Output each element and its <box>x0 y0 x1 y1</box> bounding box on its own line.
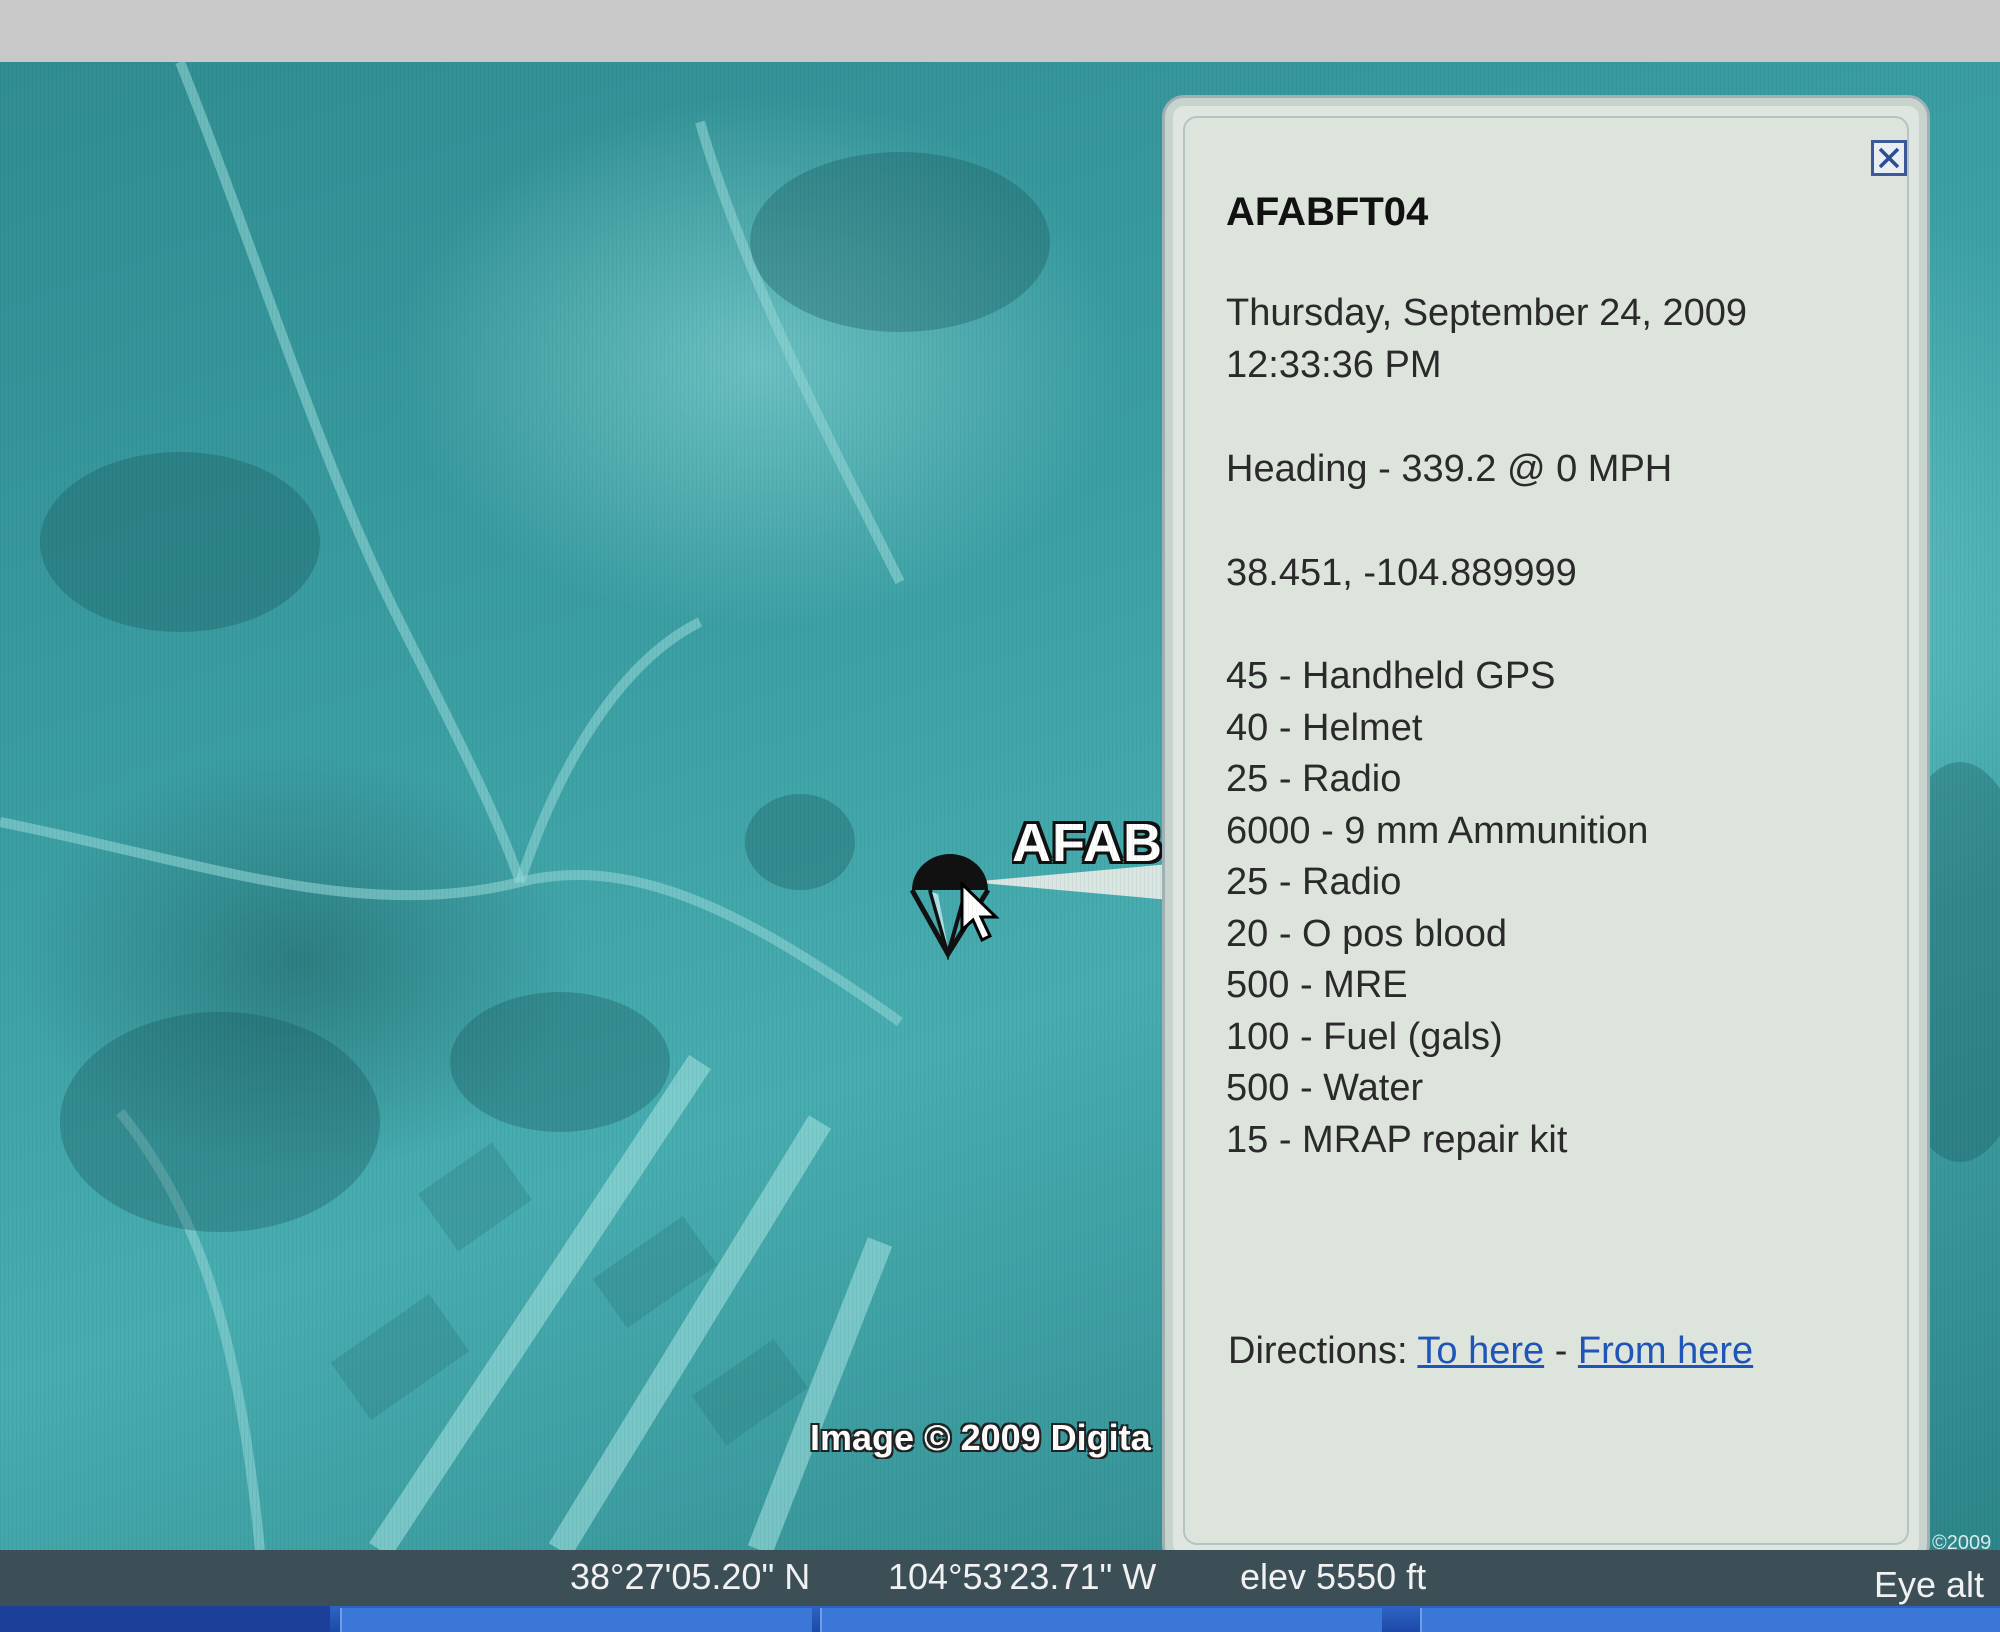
cargo-item: 500 - Water <box>1226 1067 1424 1109</box>
cargo-item: 20 - O pos blood <box>1226 912 1507 955</box>
directions-separator: - <box>1554 1330 1568 1372</box>
close-icon <box>1878 147 1900 169</box>
cargo-item: 25 - Radio <box>1226 861 1402 903</box>
balloon-pointer <box>970 864 1170 900</box>
directions-to-here-link[interactable]: To here <box>1417 1330 1544 1372</box>
status-bar: 38°27'05.20" N 104°53'23.71" W elev 5550… <box>0 1550 2000 1606</box>
taskbar-item[interactable] <box>1420 1608 2000 1632</box>
status-latitude: 38°27'05.20" N <box>570 1556 811 1597</box>
placemark-date: Thursday, September 24, 2009 <box>1226 292 1748 334</box>
placemark-title: AFABFT04 <box>1226 190 1429 234</box>
close-button[interactable] <box>1871 140 1907 176</box>
directions-row: Directions: To here - From here <box>1228 1330 1753 1373</box>
imagery-credit: Image © 2009 Digita <box>810 1417 1151 1458</box>
placemark-time: 12:33:36 PM <box>1226 344 1442 386</box>
cargo-item: 25 - Radio <box>1226 758 1402 800</box>
directions-label: Directions: <box>1228 1330 1408 1372</box>
window-top-bar <box>0 0 2000 62</box>
taskbar-item[interactable] <box>340 1608 812 1632</box>
cargo-item: 15 - MRAP repair kit <box>1226 1118 1568 1161</box>
taskbar <box>0 1606 2000 1632</box>
placemark-heading: Heading - 339.2 @ 0 MPH <box>1226 448 1673 490</box>
mouse-pointer-icon <box>960 882 1000 943</box>
status-elevation: elev 5550 ft <box>1240 1556 1427 1597</box>
status-eye-altitude: Eye alt <box>1874 1564 1985 1605</box>
cargo-list: 45 - Handheld GPS 40 - Helmet 25 - Radio… <box>1226 651 1866 1166</box>
cargo-item: 100 - Fuel (gals) <box>1226 1015 1503 1058</box>
placemark-coordinates: 38.451, -104.889999 <box>1226 552 1577 594</box>
taskbar-item[interactable] <box>820 1608 1382 1632</box>
directions-from-here-link[interactable]: From here <box>1578 1330 1753 1372</box>
status-longitude: 104°53'23.71" W <box>888 1556 1157 1597</box>
imagery-credit-right: ©2009 <box>1932 1532 1992 1550</box>
start-button[interactable] <box>0 1606 330 1632</box>
cargo-item: 40 - Helmet <box>1226 706 1423 749</box>
cargo-item: 500 - MRE <box>1226 964 1408 1006</box>
cargo-item: 6000 - 9 mm Ammunition <box>1226 809 1649 852</box>
cargo-item: 45 - Handheld GPS <box>1226 655 1556 697</box>
balloon-content: AFABFT04 Thursday, September 24, 2009 12… <box>1226 190 1866 1166</box>
